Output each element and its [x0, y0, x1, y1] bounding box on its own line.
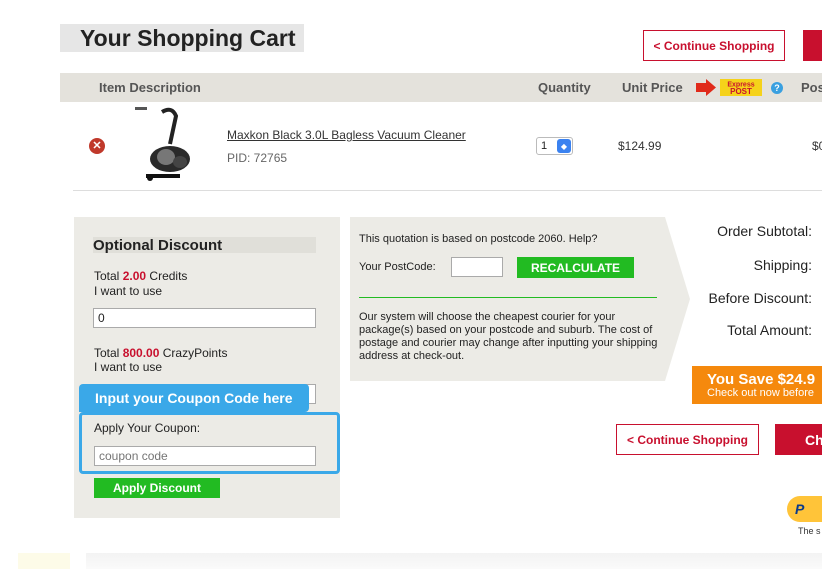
order-subtotal-label: Order Subtotal:: [717, 223, 812, 239]
express-post-icon: Express POST: [696, 79, 762, 96]
continue-shopping-button-bottom[interactable]: < Continue Shopping: [616, 424, 759, 455]
paypal-icon: P: [795, 501, 805, 517]
paypal-subtext: The s: [798, 526, 821, 536]
checkout-button[interactable]: Ch: [775, 424, 822, 455]
apply-discount-button[interactable]: Apply Discount: [94, 478, 220, 498]
credits-prefix: Total: [94, 269, 120, 283]
credits-total-text: Total 2.00 Credits: [94, 269, 187, 283]
row-total-value: $0: [812, 139, 822, 153]
points-total-text: Total 800.00 CrazyPoints: [94, 346, 227, 360]
points-use-label: I want to use: [94, 360, 163, 374]
postcode-input[interactable]: [451, 257, 503, 277]
product-id: PID: 72765: [227, 151, 288, 165]
quotation-divider: [359, 297, 657, 298]
credits-use-label: I want to use: [94, 284, 163, 298]
recalculate-button[interactable]: RECALCULATE: [517, 257, 634, 278]
continue-shopping-button[interactable]: < Continue Shopping: [643, 30, 785, 61]
product-name-link[interactable]: Maxkon Black 3.0L Bagless Vacuum Cleaner: [227, 128, 466, 142]
express-post-help-icon[interactable]: ?: [771, 82, 783, 94]
shipping-label: Shipping:: [753, 257, 812, 273]
column-item-description: Item Description: [99, 80, 201, 95]
column-postage: Pos: [801, 80, 822, 95]
coupon-code-input[interactable]: [94, 446, 316, 466]
savings-headline: You Save $24.9: [707, 371, 816, 388]
savings-subtext: Check out now before: [707, 387, 815, 399]
before-discount-label: Before Discount:: [708, 290, 813, 306]
chevron-updown-icon: ◆: [557, 139, 571, 153]
row-divider: [73, 190, 822, 191]
courier-note: Our system will choose the cheapest cour…: [359, 311, 658, 362]
credits-value: 2.00: [122, 269, 147, 283]
unit-price-value: $124.99: [618, 139, 662, 153]
paypal-button[interactable]: P: [787, 496, 822, 522]
points-value: 800.00: [122, 346, 160, 360]
checkout-button-top[interactable]: [803, 30, 822, 61]
quotation-basis-text: This quotation is based on postcode 2060…: [359, 233, 598, 245]
credits-input[interactable]: [93, 308, 316, 328]
points-suffix: CrazyPoints: [162, 346, 228, 360]
coupon-tooltip: Input your Coupon Code here: [79, 384, 309, 412]
express-post-bottom-label: POST: [730, 87, 752, 96]
coupon-label: Apply Your Coupon:: [94, 421, 201, 435]
savings-banner: You Save $24.9 Check out now before: [692, 366, 822, 404]
quantity-select[interactable]: 1 ◆: [536, 137, 573, 155]
remove-item-icon[interactable]: ✕: [89, 138, 105, 154]
quantity-value: 1: [541, 140, 548, 152]
postcode-label: Your PostCode:: [359, 261, 436, 273]
product-thumbnail[interactable]: [132, 104, 204, 184]
total-amount-label: Total Amount:: [727, 322, 812, 338]
column-quantity: Quantity: [538, 80, 591, 95]
discount-title: Optional Discount: [93, 237, 223, 254]
points-prefix: Total: [94, 346, 120, 360]
credits-suffix: Credits: [149, 269, 188, 283]
column-unit-price: Unit Price: [622, 80, 683, 95]
footer-shade: [86, 553, 822, 569]
page-title: Your Shopping Cart: [80, 25, 296, 51]
footer-left-strip: [18, 553, 70, 569]
